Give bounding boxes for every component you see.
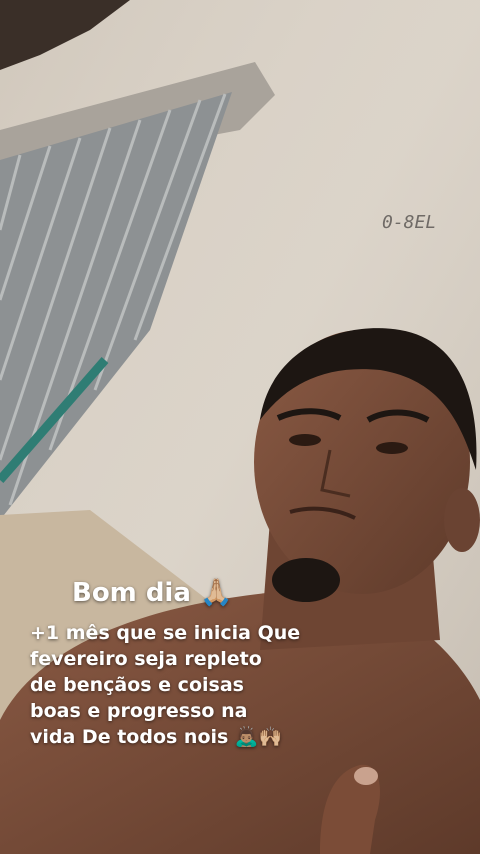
story-viewer[interactable]: 0-8EL Bom dia 🙏🏼 +1 mês que se inicia Qu… bbox=[0, 0, 480, 854]
wall-text: 0-8EL bbox=[382, 212, 436, 233]
story-photo: 0-8EL bbox=[0, 0, 480, 854]
